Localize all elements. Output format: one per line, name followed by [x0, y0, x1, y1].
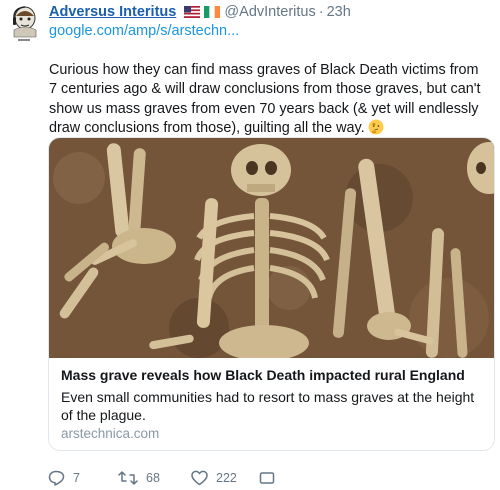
retweet-count: 68 — [146, 471, 160, 485]
display-name[interactable]: Adversus Interitus — [49, 4, 176, 20]
tweet-text: Curious how they can find mass graves of… — [49, 61, 489, 141]
tweet-text-content: Curious how they can find mass graves of… — [49, 62, 481, 136]
like-button[interactable]: 222 — [191, 469, 237, 487]
avatar[interactable] — [6, 4, 42, 44]
card-domain: arstechnica.com — [61, 426, 160, 441]
reply-button[interactable]: 7 — [48, 469, 80, 487]
card-description: Even small communities had to resort to … — [61, 389, 475, 423]
envelope-icon — [259, 472, 275, 484]
ireland-flag-icon — [204, 6, 221, 18]
link-card[interactable]: Mass grave reveals how Black Death impac… — [48, 137, 495, 451]
card-image[interactable] — [49, 138, 494, 358]
tweet-link[interactable]: google.com/amp/s/arstechn... — [49, 23, 239, 39]
retweet-button[interactable]: 68 — [118, 469, 160, 487]
reply-icon — [48, 470, 65, 486]
heart-icon — [191, 470, 208, 486]
direct-message-button[interactable] — [259, 469, 283, 487]
timestamp[interactable]: 23h — [327, 4, 351, 20]
retweet-icon — [118, 471, 138, 485]
card-title[interactable]: Mass grave reveals how Black Death impac… — [61, 367, 486, 383]
separator-dot: · — [318, 4, 324, 20]
flag-emojis — [184, 5, 221, 24]
like-count: 222 — [216, 471, 237, 485]
tweet: Adversus Interitus @AdvInteritus · 23h goo… — [0, 0, 500, 490]
reply-count: 7 — [73, 471, 80, 485]
user-handle[interactable]: @AdvInteritus — [224, 4, 315, 20]
us-flag-icon — [184, 6, 201, 18]
tweet-header: Adversus Interitus @AdvInteritus · 23h — [49, 3, 496, 24]
